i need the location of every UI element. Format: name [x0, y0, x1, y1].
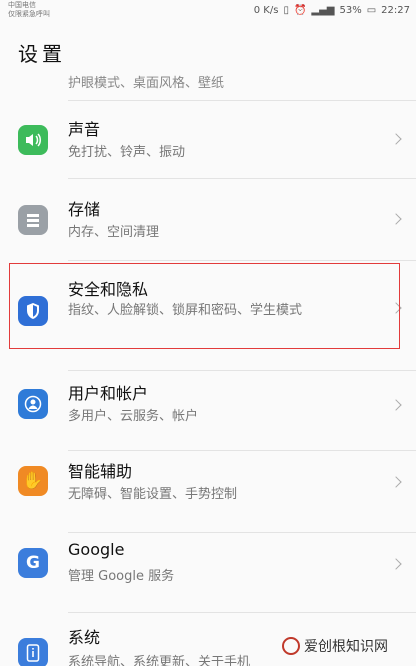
- carrier-status: 仅限紧急呼叫: [8, 10, 50, 18]
- divider: [68, 100, 416, 101]
- signal-icon: ▂▄▆: [311, 5, 335, 16]
- watermark: 爱创根知识网: [282, 636, 388, 656]
- battery-icon: ▭: [366, 5, 377, 16]
- chevron-right-icon: [390, 133, 402, 145]
- battery-level: 53%: [339, 5, 362, 16]
- settings-item-title: 存储: [68, 200, 101, 219]
- status-bar: 中国电信 仅限紧急呼叫 0 K/s ▯ ⏰ ▂▄▆ 53% ▭ 22:27: [0, 0, 416, 24]
- settings-item-title: 智能辅助: [68, 462, 133, 481]
- carrier-name: 中国电信: [8, 1, 36, 9]
- chevron-right-icon: [390, 558, 402, 570]
- carrier-info: 中国电信 仅限紧急呼叫: [8, 1, 50, 19]
- clock: 22:27: [381, 5, 410, 16]
- settings-item-users[interactable]: 用户和帐户 多用户、云服务、帐户: [0, 372, 416, 452]
- divider: [68, 370, 416, 371]
- divider: [68, 532, 416, 533]
- chevron-right-icon: [390, 399, 402, 411]
- divider: [68, 260, 416, 261]
- alarm-icon: ⏰: [293, 5, 307, 16]
- watermark-logo-icon: [282, 637, 300, 655]
- chevron-right-icon: [390, 476, 402, 488]
- settings-list[interactable]: 护眼模式、桌面风格、壁纸 声音 免打扰、铃声、振动 存储 内存、空间清理 安全和…: [0, 70, 416, 666]
- highlight-box: [9, 263, 400, 349]
- page-title: 设置: [18, 42, 66, 66]
- phone-info-icon: [18, 638, 48, 666]
- settings-item-title: 系统: [68, 628, 101, 647]
- user-icon: [18, 389, 48, 419]
- settings-item-subtitle: 多用户、云服务、帐户: [68, 409, 199, 424]
- net-speed: 0 K/s: [253, 5, 279, 16]
- settings-item-subtitle: 无障碍、智能设置、手势控制: [68, 487, 238, 502]
- vibrate-icon: ▯: [283, 5, 289, 16]
- settings-item-storage[interactable]: 存储 内存、空间清理: [0, 180, 416, 256]
- settings-item-subtitle: 内存、空间清理: [68, 225, 160, 240]
- settings-item-title: 声音: [68, 120, 101, 139]
- google-icon: G: [18, 548, 48, 578]
- divider: [68, 178, 416, 179]
- settings-item-sound[interactable]: 声音 免打扰、铃声、振动: [0, 102, 416, 178]
- settings-item-title: Google: [68, 540, 125, 559]
- status-indicators: 0 K/s ▯ ⏰ ▂▄▆ 53% ▭ 22:27: [254, 5, 410, 16]
- settings-item-subtitle: 免打扰、铃声、振动: [68, 145, 186, 160]
- divider: [68, 450, 416, 451]
- storage-icon: [18, 205, 48, 235]
- divider: [68, 612, 416, 613]
- settings-item-google[interactable]: G Google 管理 Google 服务: [0, 534, 416, 612]
- settings-item-smart-assist[interactable]: ✋ 智能辅助 无障碍、智能设置、手势控制: [0, 452, 416, 530]
- partial-row-subtitle[interactable]: 护眼模式、桌面风格、壁纸: [68, 72, 224, 91]
- speaker-icon: [18, 125, 48, 155]
- settings-item-title: 用户和帐户: [68, 384, 149, 403]
- title-bar: 设置: [0, 24, 416, 76]
- watermark-text: 爱创根知识网: [304, 639, 388, 655]
- chevron-right-icon: [390, 213, 402, 225]
- settings-item-subtitle: 管理 Google 服务: [68, 569, 175, 584]
- hand-icon: ✋: [18, 466, 48, 496]
